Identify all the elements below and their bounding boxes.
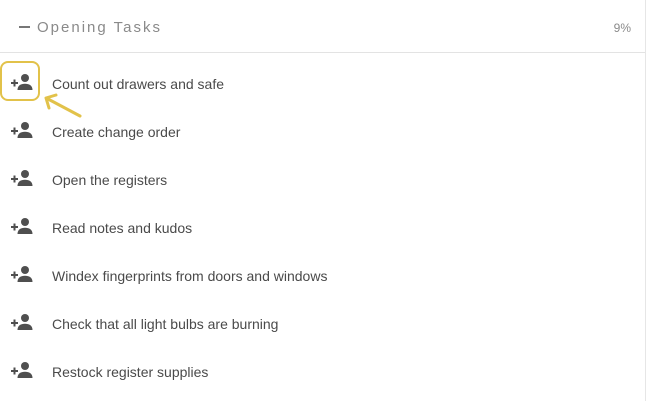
task-label[interactable]: Check that all light bulbs are burning — [52, 315, 278, 333]
add-person-icon-graphic — [11, 170, 33, 186]
task-row: Read notes and kudos — [0, 204, 645, 252]
section-header: Opening Tasks 9% — [0, 0, 645, 53]
task-label[interactable]: Restock register supplies — [52, 363, 208, 381]
add-person-icon-graphic — [11, 74, 33, 90]
add-person-icon[interactable] — [11, 360, 33, 380]
add-person-icon-graphic — [11, 218, 33, 234]
task-label[interactable]: Count out drawers and safe — [52, 75, 224, 93]
task-list: Count out drawers and safe Create change … — [0, 60, 645, 396]
add-person-icon[interactable] — [11, 216, 33, 236]
minus-icon[interactable] — [18, 20, 32, 34]
task-label[interactable]: Create change order — [52, 123, 180, 141]
add-person-icon[interactable] — [11, 312, 33, 332]
task-label[interactable]: Open the registers — [52, 171, 167, 189]
add-person-icon-graphic — [11, 362, 33, 378]
add-person-icon-graphic — [11, 122, 33, 138]
completion-percent: 9% — [613, 21, 631, 35]
section-title: Opening Tasks — [37, 19, 162, 36]
task-row: Open the registers — [0, 156, 645, 204]
opening-tasks-panel: Opening Tasks 9% Count out drawers and s… — [0, 0, 646, 401]
add-person-icon[interactable] — [11, 168, 33, 188]
task-row: Restock register supplies — [0, 348, 645, 396]
task-row: Check that all light bulbs are burning — [0, 300, 645, 348]
task-row: Windex fingerprints from doors and windo… — [0, 252, 645, 300]
add-person-icon-graphic — [11, 266, 33, 282]
task-label[interactable]: Windex fingerprints from doors and windo… — [52, 267, 327, 285]
task-label[interactable]: Read notes and kudos — [52, 219, 192, 237]
add-person-icon-graphic — [11, 314, 33, 330]
task-row: Create change order — [0, 108, 645, 156]
add-person-icon[interactable] — [11, 120, 33, 140]
add-person-icon[interactable] — [11, 264, 33, 284]
task-row: Count out drawers and safe — [0, 60, 645, 108]
add-person-icon[interactable] — [11, 72, 33, 92]
